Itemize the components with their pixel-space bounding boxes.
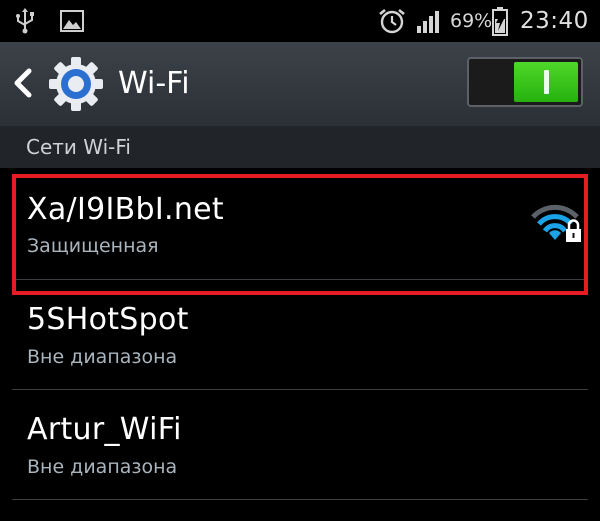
switch-on-indicator [544,70,549,94]
screen-title: Wi-Fi [118,66,190,101]
section-title: Сети Wi-Fi [26,135,131,159]
switch-thumb [514,62,578,102]
section-header: Сети Wi-Fi [0,126,600,168]
battery-charging-icon [491,0,509,42]
usb-icon [14,0,36,42]
wifi-locked-icon [530,202,586,250]
alarm-clock-icon [378,0,406,42]
clock-time: 23:40 [520,8,589,34]
chevron-left-icon[interactable] [12,68,34,102]
network-item[interactable]: Artur_WiFi Вне диапазона [0,392,600,500]
network-item[interactable]: Xa/I9IBbI.net Защищенная [0,172,600,280]
wifi-toggle-switch[interactable] [467,57,583,107]
network-name: 5SHotSpot [27,302,189,337]
battery-percent: 69% [450,10,493,32]
network-status: Защищенная [27,235,159,257]
list-divider [12,389,588,390]
network-name: Xa/I9IBbI.net [27,192,224,227]
network-item[interactable]: 5SHotSpot Вне диапазона [0,282,600,390]
image-icon [60,0,84,42]
status-bar: 69% 23:40 [0,0,600,42]
network-status: Вне диапазона [27,346,178,368]
list-divider [12,279,588,280]
network-name: Artur_WiFi [27,412,182,447]
settings-gear-icon[interactable] [48,56,104,116]
network-status: Вне диапазона [27,456,178,478]
action-bar: Wi-Fi [0,42,600,128]
list-divider [12,499,588,500]
cell-signal-icon [416,0,444,42]
